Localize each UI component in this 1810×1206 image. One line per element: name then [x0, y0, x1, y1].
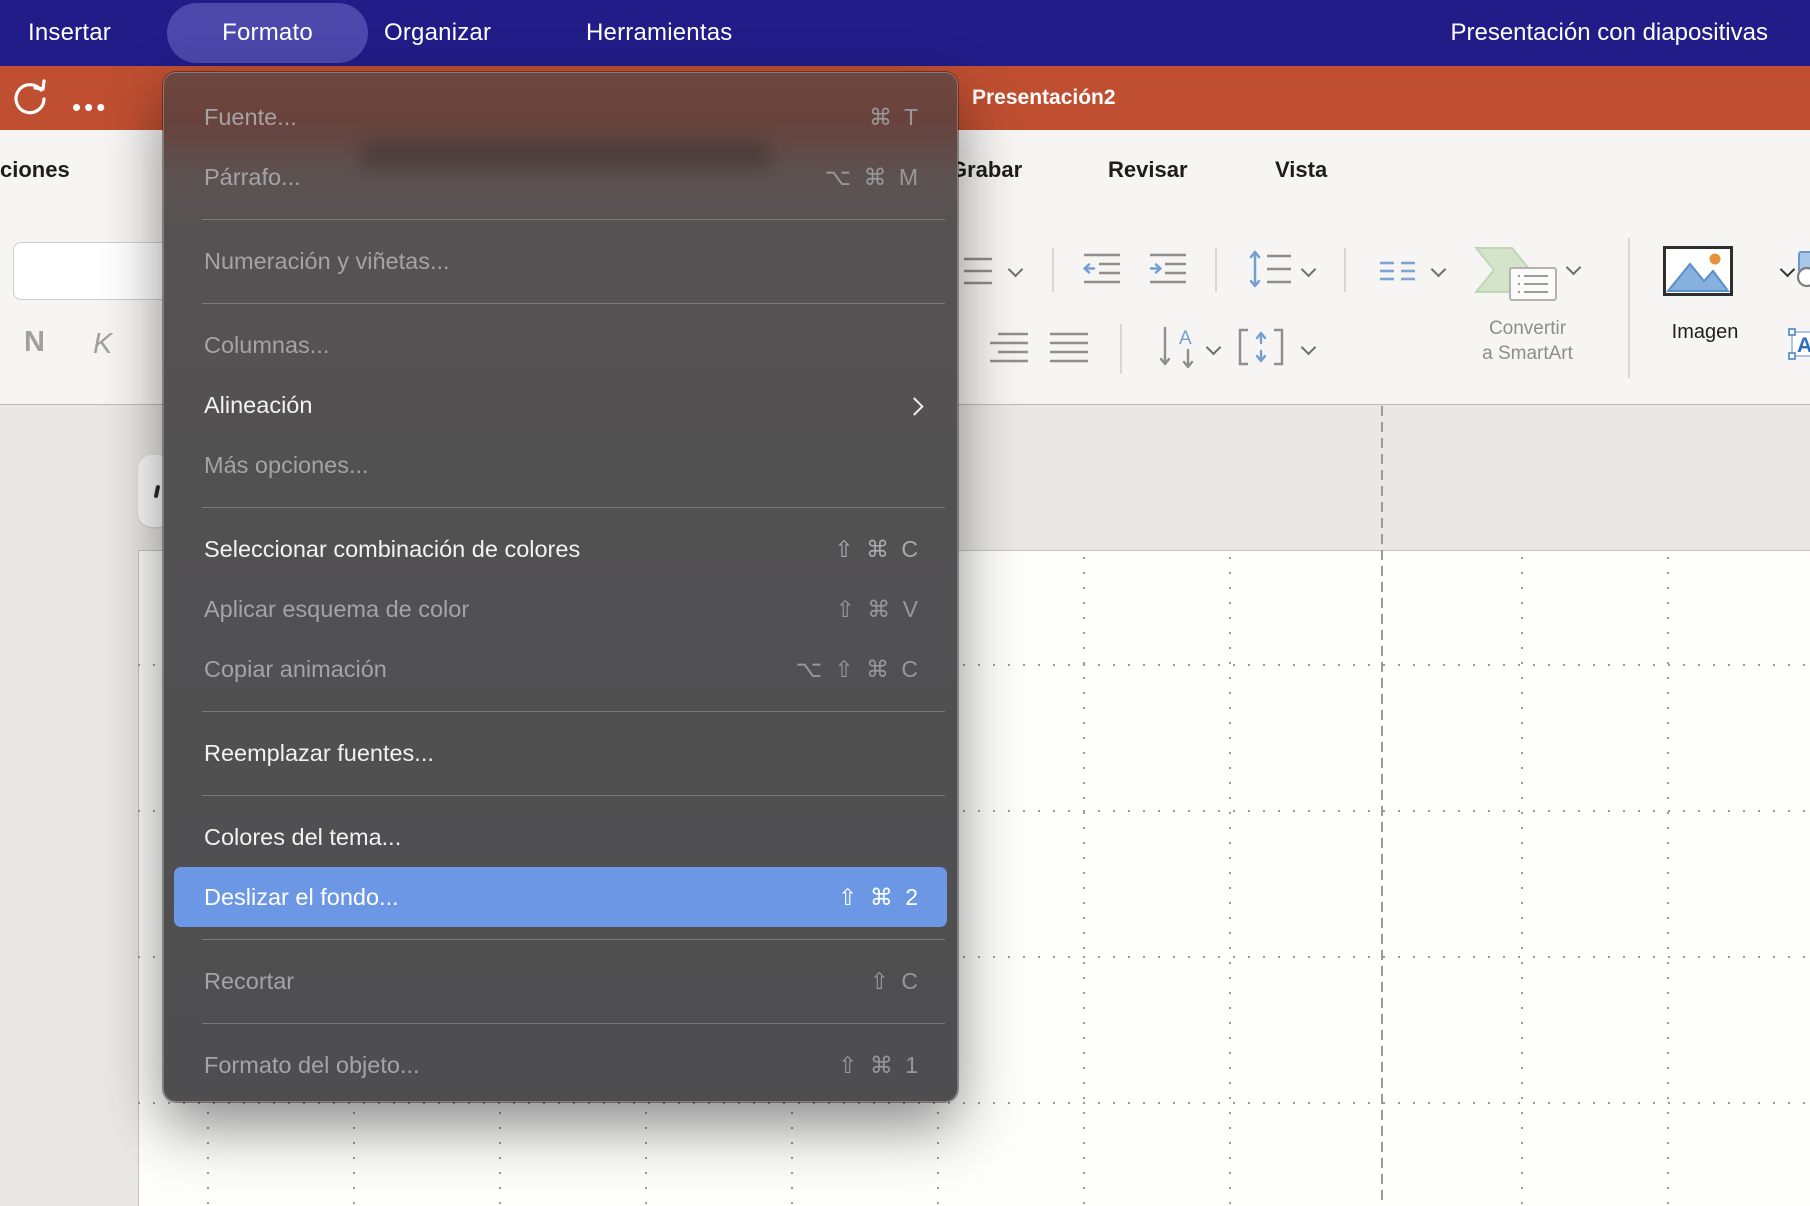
- gridline-vertical: [1667, 557, 1669, 1205]
- menu-item-mas-opciones[interactable]: Más opciones...: [164, 435, 957, 495]
- refresh-icon[interactable]: [10, 76, 50, 120]
- bold-button[interactable]: N: [24, 326, 45, 359]
- textbox-icon[interactable]: A: [1788, 326, 1810, 362]
- align-right-icon[interactable]: [990, 330, 1028, 366]
- menu-item-deslizar-el-fondo[interactable]: Deslizar el fondo...⇧ ⌘ 2: [174, 867, 947, 927]
- imagen-icon[interactable]: [1663, 246, 1733, 296]
- gridline-vertical: [1083, 557, 1085, 1205]
- menu-separator: [202, 219, 945, 220]
- convert-smartart-chevron-icon[interactable]: [1566, 260, 1582, 276]
- ribbon-tab-grabar[interactable]: Grabar: [950, 154, 1022, 186]
- menu-item-columnas[interactable]: Columnas...: [164, 315, 957, 375]
- text-columns-icon[interactable]: [1379, 258, 1417, 286]
- menu-separator: [202, 507, 945, 508]
- menu-item-parrafo[interactable]: Párrafo...⌥ ⌘ M: [164, 147, 957, 207]
- submenu-arrow-icon: [905, 397, 923, 415]
- imagen-chevron-icon[interactable]: [1780, 262, 1796, 278]
- ribbon-tab-partial-ciones[interactable]: ciones: [0, 154, 70, 186]
- menu-separator: [202, 303, 945, 304]
- ribbon-separator: [1628, 238, 1630, 378]
- ribbon-separator: [1120, 324, 1122, 374]
- menu-item-formato-del-objeto[interactable]: Formato del objeto...⇧ ⌘ 1: [164, 1035, 957, 1095]
- menu-item-aplicar-esquema[interactable]: Aplicar esquema de color⇧ ⌘ V: [164, 579, 957, 639]
- svg-text:A: A: [1797, 334, 1810, 357]
- menu-item-reemplazar-fuentes[interactable]: Reemplazar fuentes...: [164, 723, 957, 783]
- list-options-icon[interactable]: [963, 252, 993, 290]
- menu-separator: [202, 711, 945, 712]
- menubar-item-herramientas[interactable]: Herramientas: [586, 0, 732, 66]
- decrease-indent-icon[interactable]: [1082, 250, 1122, 288]
- shapes-icon[interactable]: [1797, 250, 1810, 290]
- powerpoint-window: { "menubar": { "items": [ {"label": "Ins…: [0, 0, 1810, 1205]
- menu-item-copiar-animacion[interactable]: Copiar animación⌥ ⇧ ⌘ C: [164, 639, 957, 699]
- menubar-item-organizar[interactable]: Organizar: [384, 0, 491, 66]
- menu-item-colores-del-tema[interactable]: Colores del tema...: [164, 807, 957, 867]
- menu-item-alineacion[interactable]: Alineación: [164, 375, 957, 435]
- ribbon-tab-revisar[interactable]: Revisar: [1108, 154, 1188, 186]
- gridline-horizontal: [138, 1102, 1810, 1104]
- list-options-chevron-icon[interactable]: [1008, 262, 1024, 278]
- ribbon-tab-vista[interactable]: Vista: [1275, 154, 1327, 186]
- formato-dropdown-menu: Fuente...⌘ T Párrafo...⌥ ⌘ M Numeración …: [163, 72, 958, 1102]
- menu-item-seleccionar-combinacion[interactable]: Seleccionar combinación de colores⇧ ⌘ C: [164, 519, 957, 579]
- gridline-vertical: [1229, 557, 1231, 1205]
- more-icon[interactable]: •••: [72, 92, 108, 123]
- menu-item-recortar[interactable]: Recortar⇧ C: [164, 951, 957, 1011]
- vertical-align-chevron-icon[interactable]: [1301, 340, 1317, 356]
- ribbon-separator: [1344, 248, 1346, 292]
- document-title: Presentación2: [972, 66, 1116, 130]
- menu-separator: [202, 939, 945, 940]
- svg-text:A: A: [1179, 328, 1192, 349]
- text-columns-chevron-icon[interactable]: [1431, 262, 1447, 278]
- menu-item-fuente[interactable]: Fuente...⌘ T: [164, 87, 957, 147]
- menu-item-numeracion-vinetas[interactable]: Numeración y viñetas...: [164, 231, 957, 291]
- menubar-item-presentacion-con-diapositivas[interactable]: Presentación con diapositivas: [1450, 0, 1768, 66]
- text-direction-icon[interactable]: A: [1158, 326, 1198, 370]
- increase-indent-icon[interactable]: [1148, 250, 1188, 288]
- ribbon-separator: [1215, 248, 1217, 292]
- menubar-item-insertar[interactable]: Insertar: [28, 0, 111, 66]
- convert-smartart-label: Convertir a SmartArt: [1455, 316, 1600, 366]
- gridline-vertical: [1521, 557, 1523, 1205]
- line-spacing-chevron-icon[interactable]: [1301, 262, 1317, 278]
- justify-icon[interactable]: [1050, 330, 1088, 366]
- imagen-label: Imagen: [1650, 320, 1760, 345]
- line-spacing-icon[interactable]: [1248, 248, 1292, 290]
- slide-guide-vertical[interactable]: [1381, 406, 1383, 1205]
- text-direction-chevron-icon[interactable]: [1206, 340, 1222, 356]
- vertical-align-icon[interactable]: [1238, 328, 1284, 366]
- ribbon-separator: [1052, 248, 1054, 292]
- handle-glyph-icon: [154, 485, 161, 499]
- convert-smartart-icon[interactable]: [1474, 242, 1558, 304]
- menu-separator: [202, 795, 945, 796]
- macos-menubar: Insertar Formato Organizar Herramientas …: [0, 0, 1810, 66]
- menubar-item-formato[interactable]: Formato: [167, 0, 368, 66]
- italic-button[interactable]: K: [93, 328, 112, 361]
- menu-separator: [202, 1023, 945, 1024]
